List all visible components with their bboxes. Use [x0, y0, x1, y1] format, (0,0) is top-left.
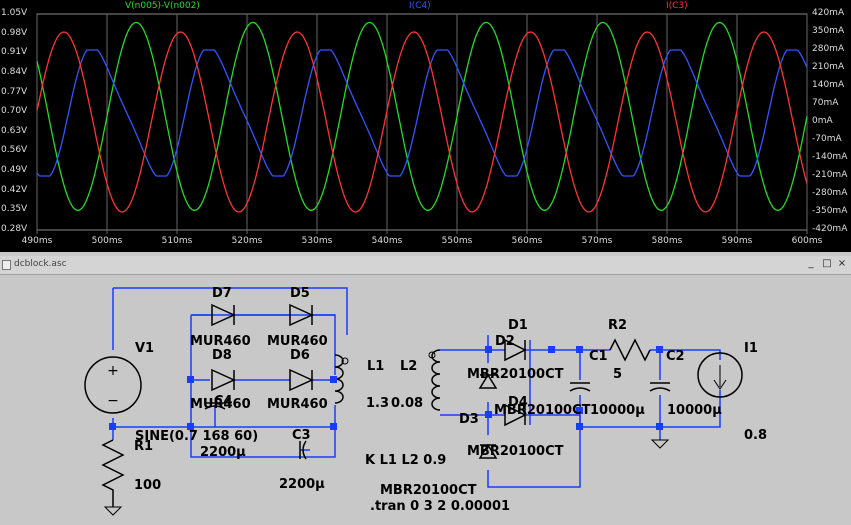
- y-right-tick: 420mA: [812, 8, 845, 18]
- x-tick: 500ms: [91, 236, 123, 246]
- plus-icon: +: [107, 363, 119, 379]
- y-right-tick: -350mA: [812, 206, 848, 216]
- label-tran-directive[interactable]: .tran 0 3 2 0.00001: [370, 499, 510, 514]
- x-tick: 540ms: [371, 236, 403, 246]
- close-button[interactable]: ×: [836, 258, 848, 270]
- x-tick: 600ms: [791, 236, 823, 246]
- label-v1-value[interactable]: SINE(0.7 168 60): [135, 429, 258, 444]
- label-d2[interactable]: D2: [495, 334, 515, 349]
- trace-label-ic4[interactable]: I(C4): [409, 1, 431, 11]
- y-right-tick: 70mA: [812, 98, 839, 108]
- y-right-tick: -280mA: [812, 188, 848, 198]
- x-tick: 490ms: [21, 236, 53, 246]
- label-d5-model[interactable]: MUR460: [267, 334, 328, 349]
- label-d8[interactable]: D8: [212, 348, 232, 363]
- y-left-tick: 0.91V: [1, 47, 28, 58]
- y-left-tick: 0.42V: [1, 184, 28, 195]
- ground-icon: [103, 506, 123, 516]
- trace-label-ic3[interactable]: I(C3): [666, 1, 688, 11]
- waveform-plot-svg[interactable]: [0, 0, 851, 252]
- y-right-tick: 140mA: [812, 80, 845, 90]
- x-tick: 550ms: [441, 236, 473, 246]
- maximize-button[interactable]: □: [821, 258, 833, 270]
- waveform-plot[interactable]: V(n005)-V(n002) I(C4) I(C3) 1.05V 0.98V 0.…: [0, 0, 851, 252]
- label-d1[interactable]: D1: [508, 318, 528, 333]
- label-c3-value[interactable]: 2200µ: [279, 477, 325, 492]
- label-i1-value[interactable]: 0.8: [744, 428, 767, 443]
- y-left-tick: 0.63V: [1, 125, 28, 136]
- y-left-tick: 0.28V: [1, 224, 28, 234]
- x-tick: 520ms: [231, 236, 263, 246]
- label-i1[interactable]: I1: [744, 341, 758, 356]
- x-tick: 590ms: [721, 236, 753, 246]
- y-right-tick: 280mA: [812, 44, 845, 54]
- label-r2-value[interactable]: 5: [613, 367, 622, 382]
- label-d6-model[interactable]: MUR460: [267, 397, 328, 412]
- label-d2-model[interactable]: MBR20100CT: [467, 367, 564, 382]
- label-l1-value[interactable]: 1.3: [366, 396, 389, 411]
- trace-label-voltage[interactable]: V(n005)-V(n002): [125, 1, 200, 11]
- y-left-tick: 0.84V: [1, 66, 28, 77]
- label-c2-value[interactable]: 10000µ: [667, 403, 722, 418]
- label-c4[interactable]: C4: [214, 394, 233, 409]
- label-d6[interactable]: D6: [290, 348, 310, 363]
- x-tick: 570ms: [581, 236, 613, 246]
- resistor-r2-symbol[interactable]: [609, 338, 651, 362]
- label-l1[interactable]: L1: [367, 359, 384, 374]
- y-left-tick: 0.77V: [1, 86, 28, 97]
- label-c1[interactable]: C1: [589, 349, 608, 364]
- y-left-tick: 0.49V: [1, 165, 28, 176]
- y-left-tick: 0.56V: [1, 145, 28, 156]
- y-left-tick: 0.98V: [1, 27, 28, 38]
- x-tick: 510ms: [161, 236, 193, 246]
- y-right-tick: 0mA: [812, 116, 833, 126]
- schematic-file-icon: [2, 260, 11, 270]
- x-tick: 530ms: [301, 236, 333, 246]
- y-right-tick: -70mA: [812, 134, 842, 144]
- label-d4-model[interactable]: MBR20100CT: [494, 403, 591, 418]
- y-right-tick: 210mA: [812, 62, 845, 72]
- label-d7-model[interactable]: MUR460: [190, 334, 251, 349]
- schematic-window-title: dcblock.asc: [14, 259, 67, 269]
- minus-icon: −: [107, 393, 119, 409]
- y-right-tick: -420mA: [812, 224, 848, 234]
- schematic-window-titlebar[interactable]: dcblock.asc _ □ ×: [0, 256, 851, 275]
- minimize-button[interactable]: _: [805, 258, 817, 270]
- plot-area: [36, 13, 808, 231]
- y-left-tick: 1.05V: [1, 8, 28, 18]
- label-l2-value[interactable]: 0.08: [391, 396, 423, 411]
- label-d7[interactable]: D7: [212, 286, 232, 301]
- y-right-tick: -140mA: [812, 152, 848, 162]
- label-r1[interactable]: R1: [134, 439, 153, 454]
- label-d3[interactable]: D3: [459, 412, 479, 427]
- capacitor-symbols[interactable]: [204, 382, 671, 460]
- label-c4-value[interactable]: 2200µ: [200, 445, 246, 460]
- x-tick: 560ms: [511, 236, 543, 246]
- label-v1[interactable]: V1: [135, 341, 154, 356]
- resistor-r1-symbol[interactable]: [101, 439, 125, 507]
- label-d5[interactable]: D5: [290, 286, 310, 301]
- label-c1-value[interactable]: 10000µ: [590, 403, 645, 418]
- y-right-tick: 350mA: [812, 26, 845, 36]
- label-bottom-model[interactable]: MBR20100CT: [380, 483, 477, 498]
- label-c2[interactable]: C2: [666, 349, 685, 364]
- y-left-tick: 0.35V: [1, 204, 28, 215]
- label-r2[interactable]: R2: [608, 318, 627, 333]
- y-left-tick: 0.70V: [1, 106, 28, 117]
- label-coupling[interactable]: K L1 L2 0.9: [365, 453, 446, 468]
- label-c3[interactable]: C3: [292, 428, 311, 443]
- y-right-tick: -210mA: [812, 170, 848, 180]
- label-l2[interactable]: L2: [400, 359, 417, 374]
- label-d3-model[interactable]: MBR20100CT: [467, 444, 564, 459]
- x-tick: 580ms: [651, 236, 683, 246]
- arrow-down-icon: [713, 365, 727, 390]
- label-r1-value[interactable]: 100: [134, 478, 161, 493]
- schematic-canvas[interactable]: + − V1 SINE(0.7 168 60) R1 100 D7 MUR460…: [0, 275, 851, 525]
